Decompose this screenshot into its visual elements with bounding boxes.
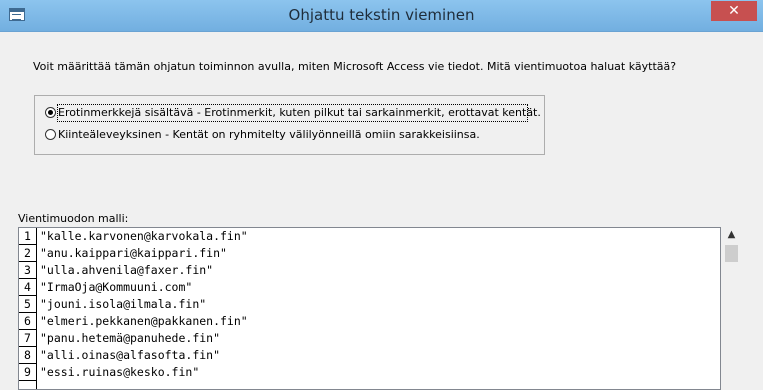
window-title: Ohjattu tekstin vieminen [288, 6, 475, 24]
preview-row: 2 "anu.kaippari@kaippari.fin" [19, 245, 720, 262]
preview-row: 4 "IrmaOja@Kommuuni.com" [19, 279, 720, 296]
radio-button-icon[interactable] [45, 129, 56, 140]
radio-fixed-width-label: Kiinteäleveyksinen - Kentät on ryhmitelt… [58, 128, 480, 141]
close-button[interactable]: ✕ [711, 1, 757, 21]
close-icon: ✕ [728, 3, 740, 19]
vertical-scrollbar[interactable]: ▲ [723, 227, 740, 390]
instruction-text: Voit määrittää tämän ohjatun toiminnon a… [33, 60, 677, 73]
row-text: "kalle.karvonen@karvokala.fin" [40, 229, 248, 243]
row-text: "anu.kaippari@kaippari.fin" [40, 246, 227, 260]
scroll-thumb[interactable] [725, 245, 738, 262]
dialog-body: Voit määrittää tämän ohjatun toiminnon a… [8, 32, 755, 390]
row-text: "panu.hetemä@panuhede.fin" [40, 331, 221, 345]
row-text: "essi.ruinas@kesko.fin" [40, 365, 200, 379]
radio-delimited-label: Erotinmerkkejä sisältävä - Erotinmerkit,… [58, 106, 541, 119]
preview-row: 1 "kalle.karvonen@karvokala.fin" [19, 228, 720, 245]
row-number: 5 [19, 296, 37, 313]
preview-row: 5 "jouni.isola@ilmala.fin" [19, 296, 720, 313]
preview-label: Vientimuodon malli: [18, 212, 129, 225]
row-number: 6 [19, 313, 37, 330]
export-preview[interactable]: 1 "kalle.karvonen@karvokala.fin" 2 "anu.… [18, 227, 721, 390]
row-number: 3 [19, 262, 37, 279]
row-text: "ulla.ahvenila@faxer.fin" [40, 263, 214, 277]
radio-button-selected-icon[interactable] [45, 107, 56, 118]
row-number: 9 [19, 364, 37, 381]
row-text: "alli.oinas@alfasofta.fin" [40, 348, 221, 362]
row-number [19, 381, 37, 389]
row-number: 4 [19, 279, 37, 296]
scroll-up-arrow-icon[interactable]: ▲ [723, 227, 740, 243]
export-format-group: Erotinmerkkejä sisältävä - Erotinmerkit,… [34, 95, 545, 155]
row-number: 1 [19, 228, 37, 245]
row-text: "elmeri.pekkanen@pakkanen.fin" [40, 314, 248, 328]
preview-row: 6 "elmeri.pekkanen@pakkanen.fin" [19, 313, 720, 330]
row-number: 7 [19, 330, 37, 347]
row-text: "IrmaOja@Kommuuni.com" [40, 280, 193, 294]
row-number: 8 [19, 347, 37, 364]
row-number: 2 [19, 245, 37, 262]
preview-row [19, 381, 720, 389]
row-text: "jouni.isola@ilmala.fin" [40, 297, 207, 311]
preview-row: 3 "ulla.ahvenila@faxer.fin" [19, 262, 720, 279]
preview-row: 9 "essi.ruinas@kesko.fin" [19, 364, 720, 381]
preview-row: 7 "panu.hetemä@panuhede.fin" [19, 330, 720, 347]
title-bar[interactable]: Ohjattu tekstin vieminen ✕ [0, 0, 763, 32]
preview-row: 8 "alli.oinas@alfasofta.fin" [19, 347, 720, 364]
